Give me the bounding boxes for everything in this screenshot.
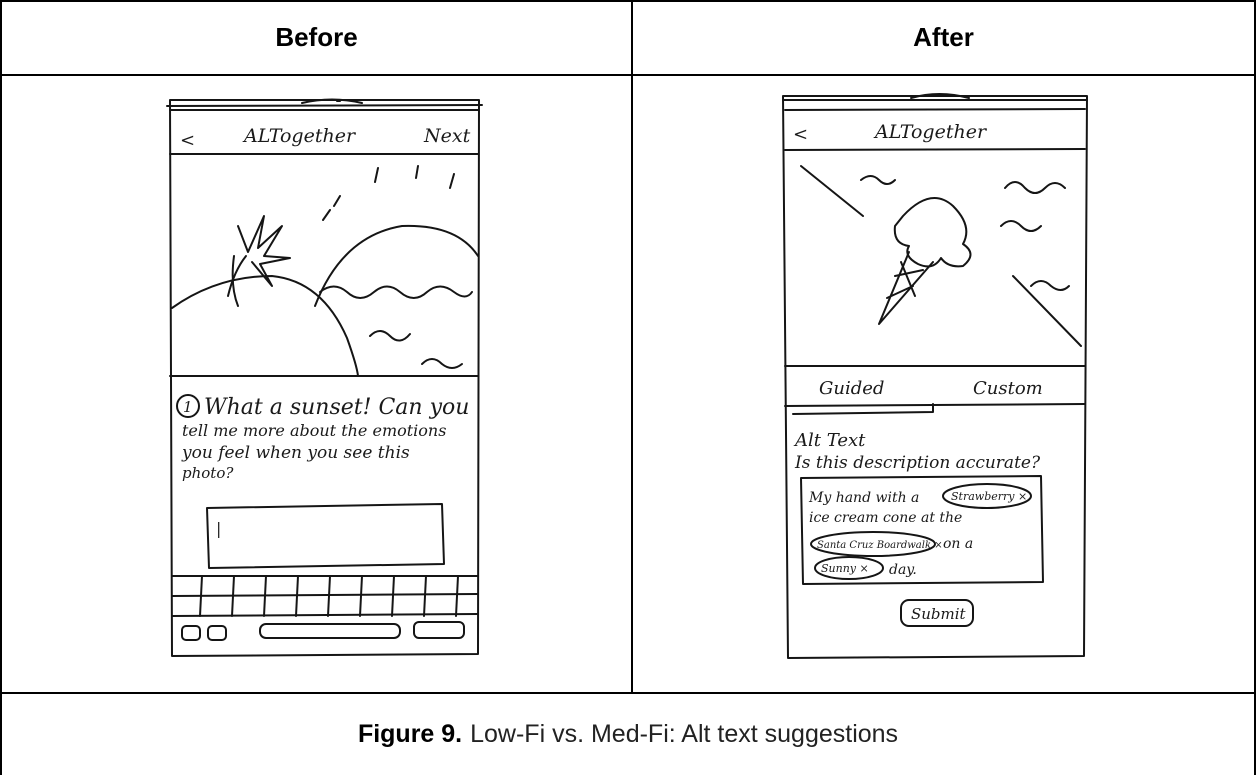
header-after: After: [913, 21, 974, 52]
before-question: 1 What a sunset! Can you tell me more ab…: [176, 394, 469, 482]
before-sketch: < ALTogether Next 1 What a sunset! Can y…: [2, 76, 631, 692]
chip-santa-cruz-label: Santa Cruz Boardwalk ×: [817, 540, 943, 551]
description-line-2: ice cream cone at the: [809, 510, 962, 526]
answer-input-cursor: |: [216, 519, 221, 538]
ice-cream-image: [784, 165, 1086, 367]
question-line-3: you feel when you see this: [181, 443, 410, 463]
after-app-title: ALTogether: [873, 121, 988, 143]
question-line-4: photo?: [182, 464, 234, 482]
description-line-4: day.: [889, 562, 917, 578]
caption-label: Figure 9.: [357, 720, 463, 748]
before-next-button[interactable]: Next: [423, 125, 471, 147]
alt-text-label: Alt Text: [793, 430, 866, 451]
tab-custom[interactable]: Custom: [973, 378, 1043, 399]
keyboard[interactable]: [171, 575, 479, 641]
before-phone-sketch: < ALTogether Next 1 What a sunset! Can y…: [166, 98, 483, 657]
after-back-icon[interactable]: <: [793, 124, 808, 145]
after-tabs: Guided Custom: [784, 378, 1086, 415]
sunset-image: [169, 165, 479, 377]
figure-caption: Figure 9. Low-Fi vs. Med-Fi: Alt text su…: [0, 694, 1256, 775]
before-answer-input[interactable]: |: [206, 503, 445, 569]
submit-button-label: Submit: [911, 605, 967, 623]
description-line-1: My hand with a: [808, 490, 919, 506]
header-before: Before: [275, 21, 358, 52]
figure-table: Before After < ALTogether Next 1 What a …: [0, 0, 1256, 775]
phone-outline: [166, 98, 483, 657]
description-line-3: on a: [943, 536, 973, 552]
chip-sunny-label: Sunny ×: [821, 562, 869, 575]
question-number: 1: [183, 398, 193, 416]
question-line-1: What a sunset! Can you: [204, 395, 469, 420]
before-app-title: ALTogether: [242, 125, 357, 147]
tab-guided[interactable]: Guided: [819, 378, 884, 399]
chip-strawberry-label: Strawberry ×: [951, 490, 1027, 503]
alt-text-description[interactable]: My hand with a Strawberry × ice cream co…: [800, 475, 1044, 585]
caption-text: Low-Fi vs. Med-Fi: Alt text suggestions: [470, 720, 899, 748]
accuracy-question: Is this description accurate?: [794, 453, 1041, 473]
after-phone-sketch: < ALTogether Guided Custom Alt Text Is t…: [782, 93, 1088, 659]
before-back-icon[interactable]: <: [180, 130, 195, 151]
after-sketch: < ALTogether Guided Custom Alt Text Is t…: [633, 76, 1254, 692]
submit-button[interactable]: Submit: [900, 599, 974, 627]
question-line-2: tell me more about the emotions: [182, 421, 446, 440]
